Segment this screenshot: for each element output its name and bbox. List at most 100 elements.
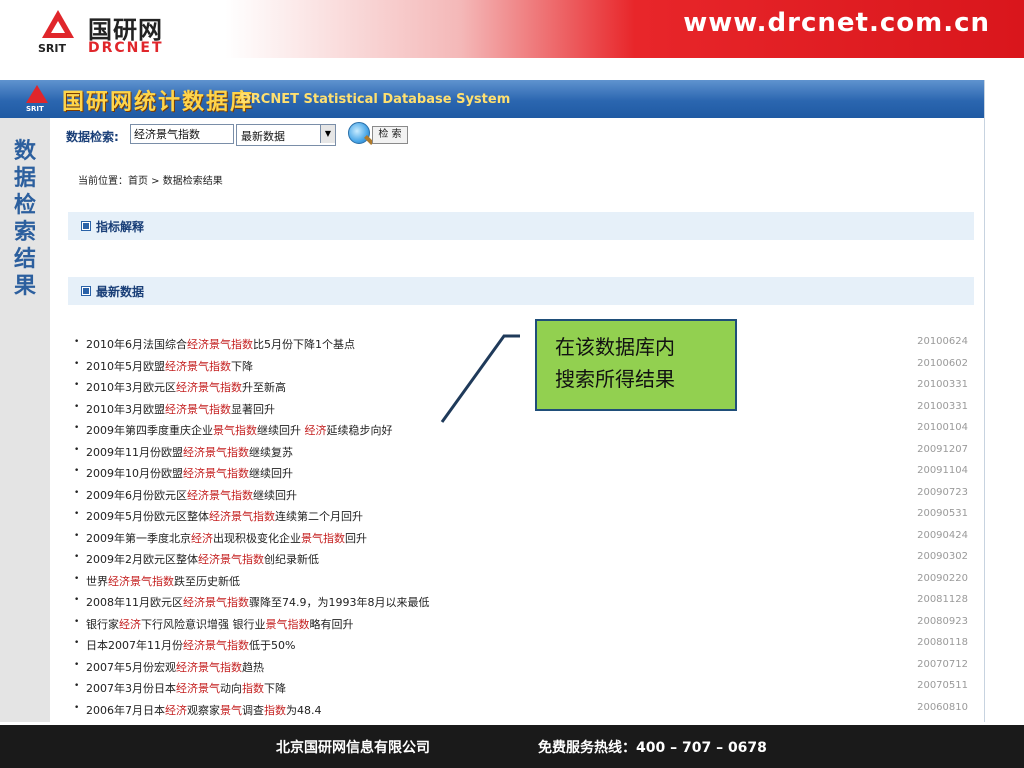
result-text[interactable]: 下行风险意识增强 银行业 [141,618,266,631]
keyword-highlight[interactable]: 经济景气指数 [187,338,253,351]
result-text[interactable]: 2009年2月欧元区整体 [86,553,198,566]
result-row[interactable]: • 2007年3月份日本经济景气动向指数下降 20070511 [68,676,974,698]
result-link[interactable]: 2009年6月份欧元区经济景气指数继续回升 [86,487,297,503]
result-text[interactable]: 跌至历史新低 [174,575,240,588]
result-row[interactable]: • 2009年5月份欧元区整体经济景气指数连续第二个月回升 20090531 [68,504,974,526]
result-text[interactable]: 银行家 [86,618,119,631]
result-text[interactable]: 显著回升 [231,403,275,416]
result-text[interactable]: 2010年3月欧盟 [86,403,165,416]
result-row[interactable]: • 2008年11月欧元区经济景气指数骤降至74.9，为1993年8月以来最低 20… [68,590,974,612]
keyword-highlight[interactable]: 经济 [305,424,327,437]
search-button-label[interactable]: 检 索 [372,126,408,144]
section-title[interactable]: 最新数据 [96,283,144,300]
result-link[interactable]: 日本2007年11月份经济景气指数低于50% [86,637,295,653]
keyword-highlight[interactable]: 经济景气指数 [176,661,242,674]
result-text[interactable]: 2006年7月日本 [86,704,165,717]
result-text[interactable]: 延续稳步向好 [327,424,393,437]
section-indicator-explanation[interactable]: 指标解释 [68,212,974,240]
keyword-highlight[interactable]: 景气指数 [266,618,310,631]
result-text[interactable]: 2009年10月份欧盟 [86,467,183,480]
search-type-select[interactable]: 最新数据 ▼ [236,124,336,146]
result-row[interactable]: • 2010年6月法国综合经济景气指数比5月份下降1个基点 20100624 [68,332,974,354]
result-link[interactable]: 2007年5月份宏观经济景气指数趋热 [86,659,264,675]
result-link[interactable]: 2010年3月欧元区经济景气指数升至新高 [86,379,286,395]
result-row[interactable]: • 2009年2月欧元区整体经济景气指数创纪录新低 20090302 [68,547,974,569]
result-row[interactable]: • 2009年第一季度北京经济出现积极变化企业景气指数回升 20090424 [68,526,974,548]
result-row[interactable]: • 2009年11月份欧盟经济景气指数继续复苏 20091207 [68,440,974,462]
keyword-highlight[interactable]: 经济景气指数 [209,510,275,523]
result-text[interactable]: 2010年3月欧元区 [86,381,176,394]
result-row[interactable]: • 银行家经济下行风险意识增强 银行业景气指数略有回升 20080923 [68,612,974,634]
keyword-highlight[interactable]: 经济 [165,704,187,717]
result-link[interactable]: 2010年3月欧盟经济景气指数显著回升 [86,401,275,417]
result-text[interactable]: 继续回升 [249,467,293,480]
result-text[interactable]: 动向 [220,682,242,695]
result-row[interactable]: • 2009年10月份欧盟经济景气指数继续回升 20091104 [68,461,974,483]
keyword-highlight[interactable]: 经济景气指数 [176,381,242,394]
keyword-highlight[interactable]: 经济景气指数 [183,446,249,459]
keyword-highlight[interactable]: 景气指数 [301,532,345,545]
keyword-highlight[interactable]: 经济景气指数 [165,360,231,373]
result-link[interactable]: 银行家经济下行风险意识增强 银行业景气指数略有回升 [86,616,354,632]
keyword-highlight[interactable]: 经济景气指数 [187,489,253,502]
result-text[interactable]: 下降 [231,360,253,373]
result-text[interactable]: 2009年6月份欧元区 [86,489,187,502]
keyword-highlight[interactable]: 景气指数 [213,424,257,437]
result-link[interactable]: 2009年10月份欧盟经济景气指数继续回升 [86,465,293,481]
result-text[interactable]: 为48.4 [286,704,322,717]
result-row[interactable]: • 世界经济景气指数跌至历史新低 20090220 [68,569,974,591]
result-row[interactable]: • 2007年5月份宏观经济景气指数趋热 20070712 [68,655,974,677]
keyword-highlight[interactable]: 经济景气指数 [183,639,249,652]
result-text[interactable]: 2009年11月份欧盟 [86,446,183,459]
chevron-down-icon[interactable]: ▼ [320,125,335,143]
result-text[interactable]: 低于50% [249,639,295,652]
keyword-highlight[interactable]: 经济景气指数 [183,596,249,609]
result-text[interactable]: 回升 [345,532,367,545]
result-link[interactable]: 2007年3月份日本经济景气动向指数下降 [86,680,286,696]
result-row[interactable]: • 2009年6月份欧元区经济景气指数继续回升 20090723 [68,483,974,505]
result-text[interactable]: 趋热 [242,661,264,674]
result-text[interactable]: 下降 [264,682,286,695]
keyword-highlight[interactable]: 经济景气指数 [165,403,231,416]
result-text[interactable]: 2010年6月法国综合 [86,338,187,351]
result-text[interactable]: 日本2007年11月份 [86,639,183,652]
result-link[interactable]: 2009年5月份欧元区整体经济景气指数连续第二个月回升 [86,508,363,524]
result-text[interactable]: 继续复苏 [249,446,293,459]
keyword-highlight[interactable]: 经济景气指数 [108,575,174,588]
keyword-highlight[interactable]: 指数 [264,704,286,717]
result-text[interactable]: 继续回升 [253,489,297,502]
result-row[interactable]: • 2010年3月欧元区经济景气指数升至新高 20100331 [68,375,974,397]
result-text[interactable]: 创纪录新低 [264,553,319,566]
result-text[interactable]: 世界 [86,575,108,588]
keyword-highlight[interactable]: 经济 [191,532,213,545]
keyword-highlight[interactable]: 经济 [119,618,141,631]
result-link[interactable]: 2009年第四季度重庆企业景气指数继续回升 经济延续稳步向好 [86,422,393,438]
result-text[interactable]: 略有回升 [310,618,354,631]
result-text[interactable]: 连续第二个月回升 [275,510,363,523]
result-row[interactable]: • 日本2007年11月份经济景气指数低于50% 20080118 [68,633,974,655]
result-link[interactable]: 2006年7月日本经济观察家景气调查指数为48.4 [86,702,322,718]
result-link[interactable]: 2009年2月欧元区整体经济景气指数创纪录新低 [86,551,319,567]
result-text[interactable]: 2007年5月份宏观 [86,661,176,674]
result-link[interactable]: 2010年5月欧盟经济景气指数下降 [86,358,253,374]
result-text[interactable]: 2009年第四季度重庆企业 [86,424,213,437]
result-link[interactable]: 2009年11月份欧盟经济景气指数继续复苏 [86,444,293,460]
section-title[interactable]: 指标解释 [96,218,144,235]
result-text[interactable]: 观察家 [187,704,220,717]
result-row[interactable]: • 2009年第四季度重庆企业景气指数继续回升 经济延续稳步向好 20100104 [68,418,974,440]
result-text[interactable]: 2009年第一季度北京 [86,532,191,545]
keyword-highlight[interactable]: 经济景气指数 [183,467,249,480]
keyword-highlight[interactable]: 经济景气指数 [198,553,264,566]
result-text[interactable]: 2007年3月份日本 [86,682,176,695]
result-row[interactable]: • 2006年7月日本经济观察家景气调查指数为48.4 20060810 [68,698,974,720]
search-button[interactable]: 检 索 [348,122,408,146]
result-text[interactable]: 调查 [242,704,264,717]
section-latest-data[interactable]: 最新数据 [68,277,974,305]
result-link[interactable]: 2009年第一季度北京经济出现积极变化企业景气指数回升 [86,530,367,546]
result-text[interactable]: 比5月份下降1个基点 [253,338,355,351]
result-text[interactable]: 2009年5月份欧元区整体 [86,510,209,523]
result-link[interactable]: 世界经济景气指数跌至历史新低 [86,573,240,589]
result-row[interactable]: • 2010年5月欧盟经济景气指数下降 20100602 [68,354,974,376]
result-text[interactable]: 2008年11月欧元区 [86,596,183,609]
keyword-highlight[interactable]: 景气 [220,704,242,717]
